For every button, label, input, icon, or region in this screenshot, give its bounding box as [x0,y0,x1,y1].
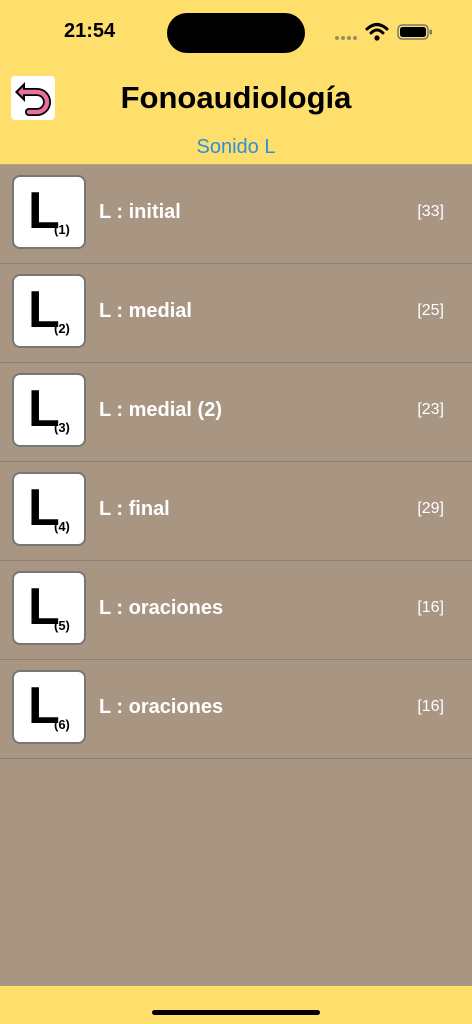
item-label: L : oraciones [99,696,224,718]
page-subtitle: Sonido L [196,136,276,158]
back-button[interactable] [11,76,55,120]
item-label: L : medial [99,300,192,322]
item-count: [33] [417,203,444,220]
wifi-icon [365,23,389,41]
item-label: L : final [99,498,170,520]
sound-list: L (1) L : initial [33] L (2) L : medial … [0,165,472,759]
header-bar: 21:54 Fonoaudiología Sonido L [0,0,472,165]
list-item[interactable]: L (4) L : final [29] [0,462,472,561]
item-count: [23] [417,401,444,418]
letter-tile: L (4) [12,472,86,546]
tile-index: (5) [54,618,70,633]
letter-tile: L (1) [12,175,86,249]
list-item[interactable]: L (1) L : initial [33] [0,165,472,264]
letter-tile: L (6) [12,670,86,744]
item-label: L : initial [99,201,181,223]
tile-index: (2) [54,321,70,336]
list-item[interactable]: L (2) L : medial [25] [0,264,472,363]
undo-arrow-icon [15,82,51,116]
page-title: Fonoaudiología [120,80,352,115]
status-time: 21:54 [64,20,116,42]
letter-tile: L (5) [12,571,86,645]
tile-index: (3) [54,420,70,435]
tile-index: (4) [54,519,70,534]
letter-tile: L (2) [12,274,86,348]
item-count: [29] [417,500,444,517]
footer-bar [0,986,472,1024]
home-indicator[interactable] [152,1010,320,1015]
dynamic-island [167,13,305,53]
list-item[interactable]: L (5) L : oraciones [16] [0,561,472,660]
tile-index: (6) [54,717,70,732]
item-count: [25] [417,302,444,319]
list-item[interactable]: L (3) L : medial (2) [23] [0,363,472,462]
letter-tile: L (3) [12,373,86,447]
battery-icon [397,24,432,40]
item-count: [16] [417,599,444,616]
cellular-signal-icon [335,36,359,42]
tile-index: (1) [54,222,70,237]
item-count: [16] [417,698,444,715]
list-item[interactable]: L (6) L : oraciones [16] [0,660,472,759]
item-label: L : medial (2) [99,399,222,421]
item-label: L : oraciones [99,597,224,619]
